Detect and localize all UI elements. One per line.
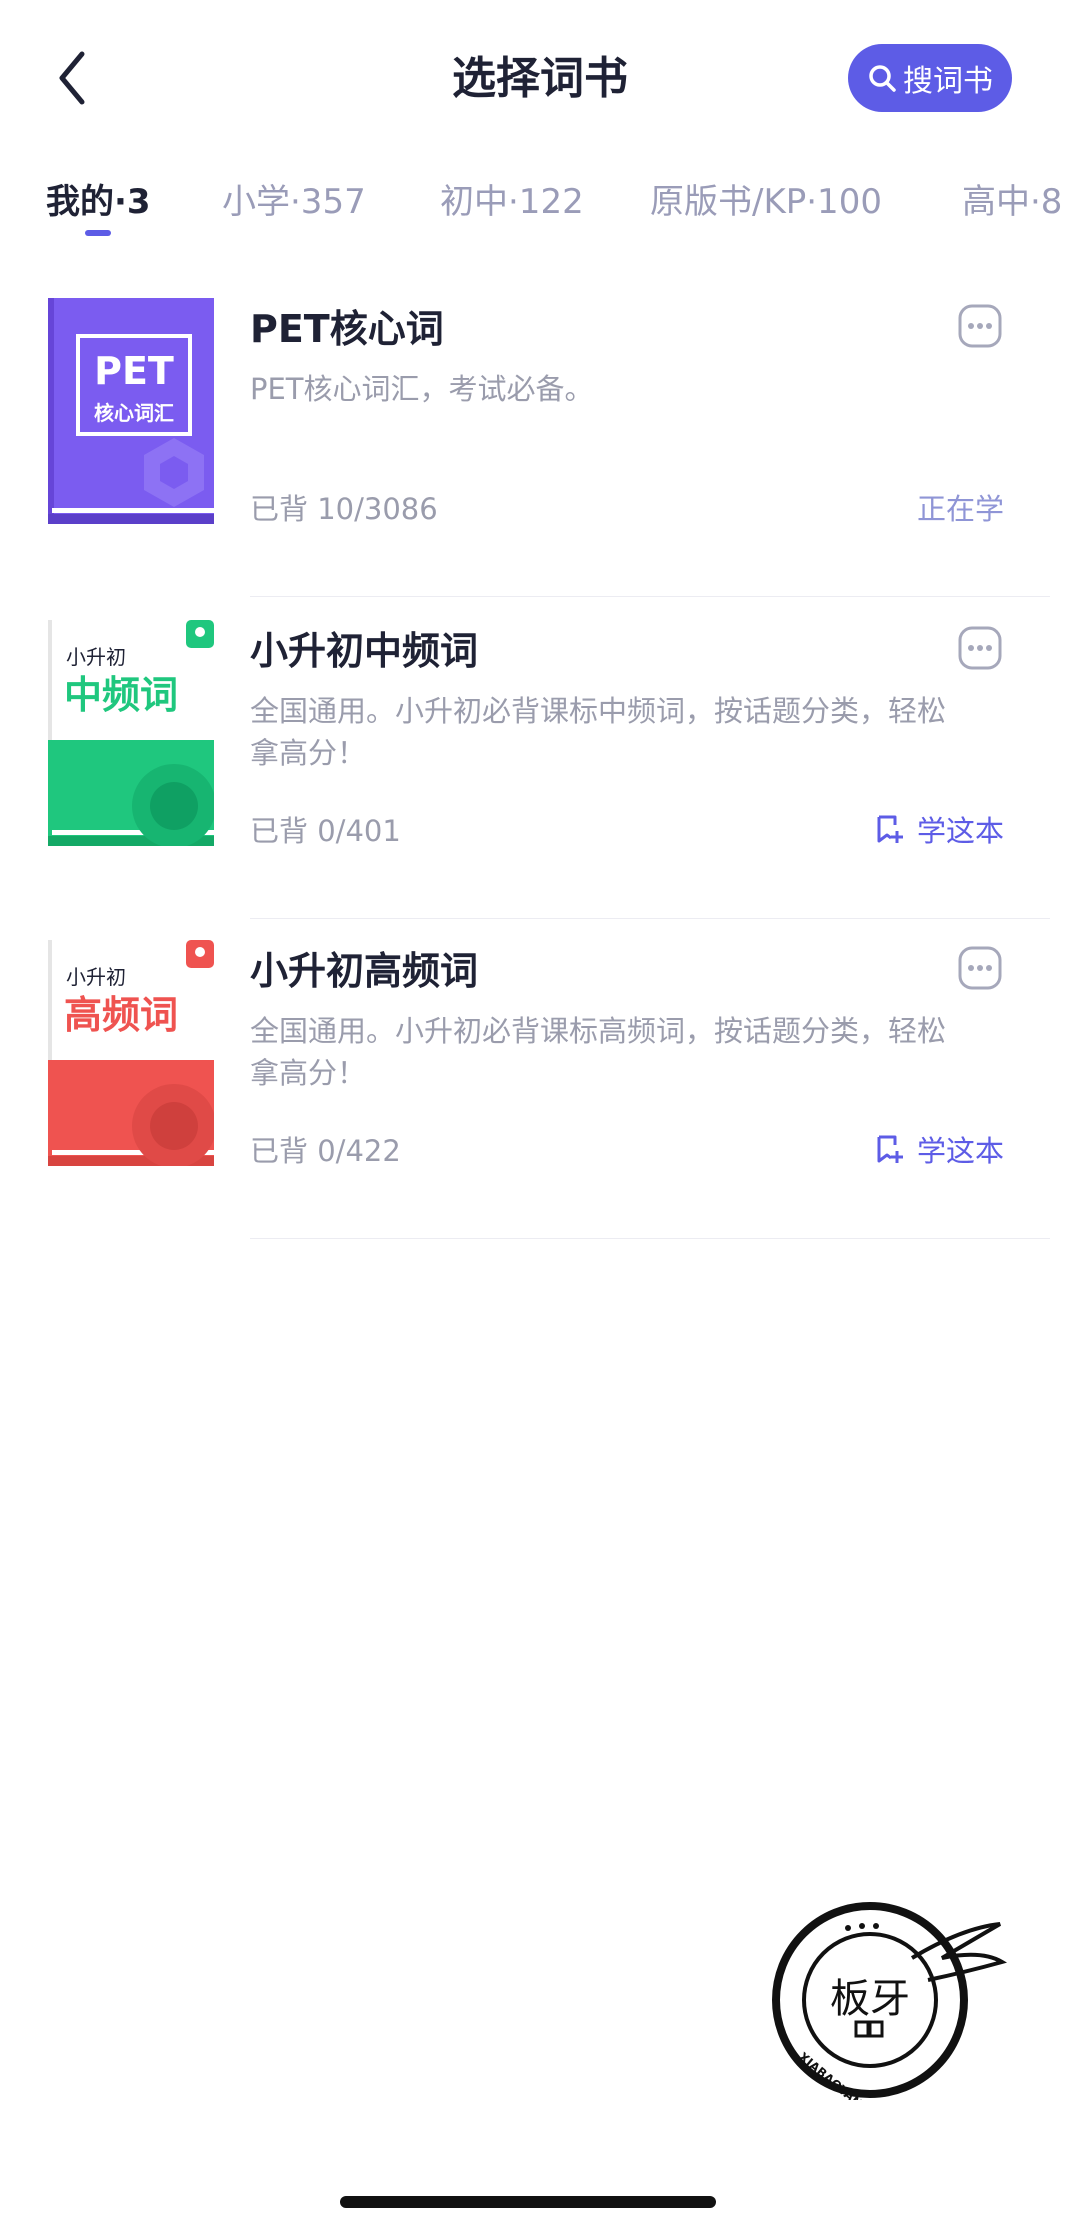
search-icon [869, 65, 896, 92]
book-title: PET核心词 [250, 307, 444, 351]
category-tabs: 我的·3 小学·357 初中·122 原版书/KP·100 高中·8 [0, 168, 1080, 238]
bookmark-add-icon [877, 1135, 903, 1163]
book-cover-pet: PET 核心词汇 [48, 298, 214, 524]
book-progress: 已背 0/401 [250, 814, 401, 848]
book-cover-middle-frequency: 小升初 中频词 [48, 620, 214, 846]
divider [250, 596, 1050, 597]
tab-junior[interactable]: 初中·122 [440, 174, 584, 223]
cover-big-text: 高频词 [64, 993, 178, 1037]
header: 选择词书 搜词书 [0, 0, 1080, 160]
study-this-label: 学这本 [916, 1134, 1004, 1168]
book-title: 小升初中频词 [250, 629, 479, 673]
book-description: 全国通用。小升初必背课标中频词，按话题分类，轻松拿高分！ [250, 694, 947, 770]
study-this-button[interactable]: 学这本 [873, 808, 1004, 850]
watermark-stamp: 板牙 XIABAOYAN [772, 1902, 1008, 2100]
book-item-middle-frequency[interactable]: 小升初 中频词 小升初中频词 全国通用。小升初必背课标中频词，按话题分类，轻松拿… [0, 620, 1080, 942]
cover-small-text: 小升初 [66, 965, 126, 989]
book-progress: 已背 0/422 [250, 1134, 401, 1168]
divider [250, 918, 1050, 919]
more-options-icon[interactable] [958, 304, 1002, 348]
bookmark-add-icon [877, 815, 903, 843]
watermark-ring-text: XIABAOYAN [796, 2050, 865, 2100]
book-title: 小升初高频词 [250, 949, 479, 993]
book-description: PET核心词汇，考试必备。 [250, 372, 594, 406]
cover-subtitle-pet: 核心词汇 [94, 401, 174, 425]
tab-senior[interactable]: 高中·8 [962, 174, 1062, 223]
search-book-label: 搜词书 [903, 64, 993, 99]
book-cover-high-frequency: 小升初 高频词 [48, 940, 214, 1166]
book-item-pet[interactable]: PET 核心词汇 PET核心词 PET核心词汇，考试必备。 已背 10/3086… [0, 298, 1080, 620]
more-options-icon[interactable] [958, 626, 1002, 670]
study-this-label: 学这本 [916, 814, 1004, 848]
book-description: 全国通用。小升初必背课标高频词，按话题分类，轻松拿高分！ [250, 1014, 947, 1090]
home-indicator[interactable] [340, 2196, 716, 2208]
learning-status: 正在学 [916, 492, 1004, 526]
more-options-icon[interactable] [958, 946, 1002, 990]
tab-primary[interactable]: 小学·357 [222, 174, 366, 223]
search-book-button[interactable]: 搜词书 [848, 44, 1012, 112]
tab-mine[interactable]: 我的·3 [46, 174, 151, 223]
watermark-text: 板牙 [830, 1976, 910, 2022]
active-tab-indicator [85, 230, 111, 236]
book-progress: 已背 10/3086 [250, 492, 438, 526]
cover-big-text: 中频词 [64, 673, 178, 717]
tab-original-kp[interactable]: 原版书/KP·100 [650, 174, 882, 223]
cover-text-pet: PET [94, 349, 174, 393]
study-this-button[interactable]: 学这本 [873, 1128, 1004, 1170]
divider [250, 1238, 1050, 1239]
book-item-high-frequency[interactable]: 小升初 高频词 小升初高频词 全国通用。小升初必背课标高频词，按话题分类，轻松拿… [0, 940, 1080, 1262]
cover-small-text: 小升初 [66, 645, 126, 669]
